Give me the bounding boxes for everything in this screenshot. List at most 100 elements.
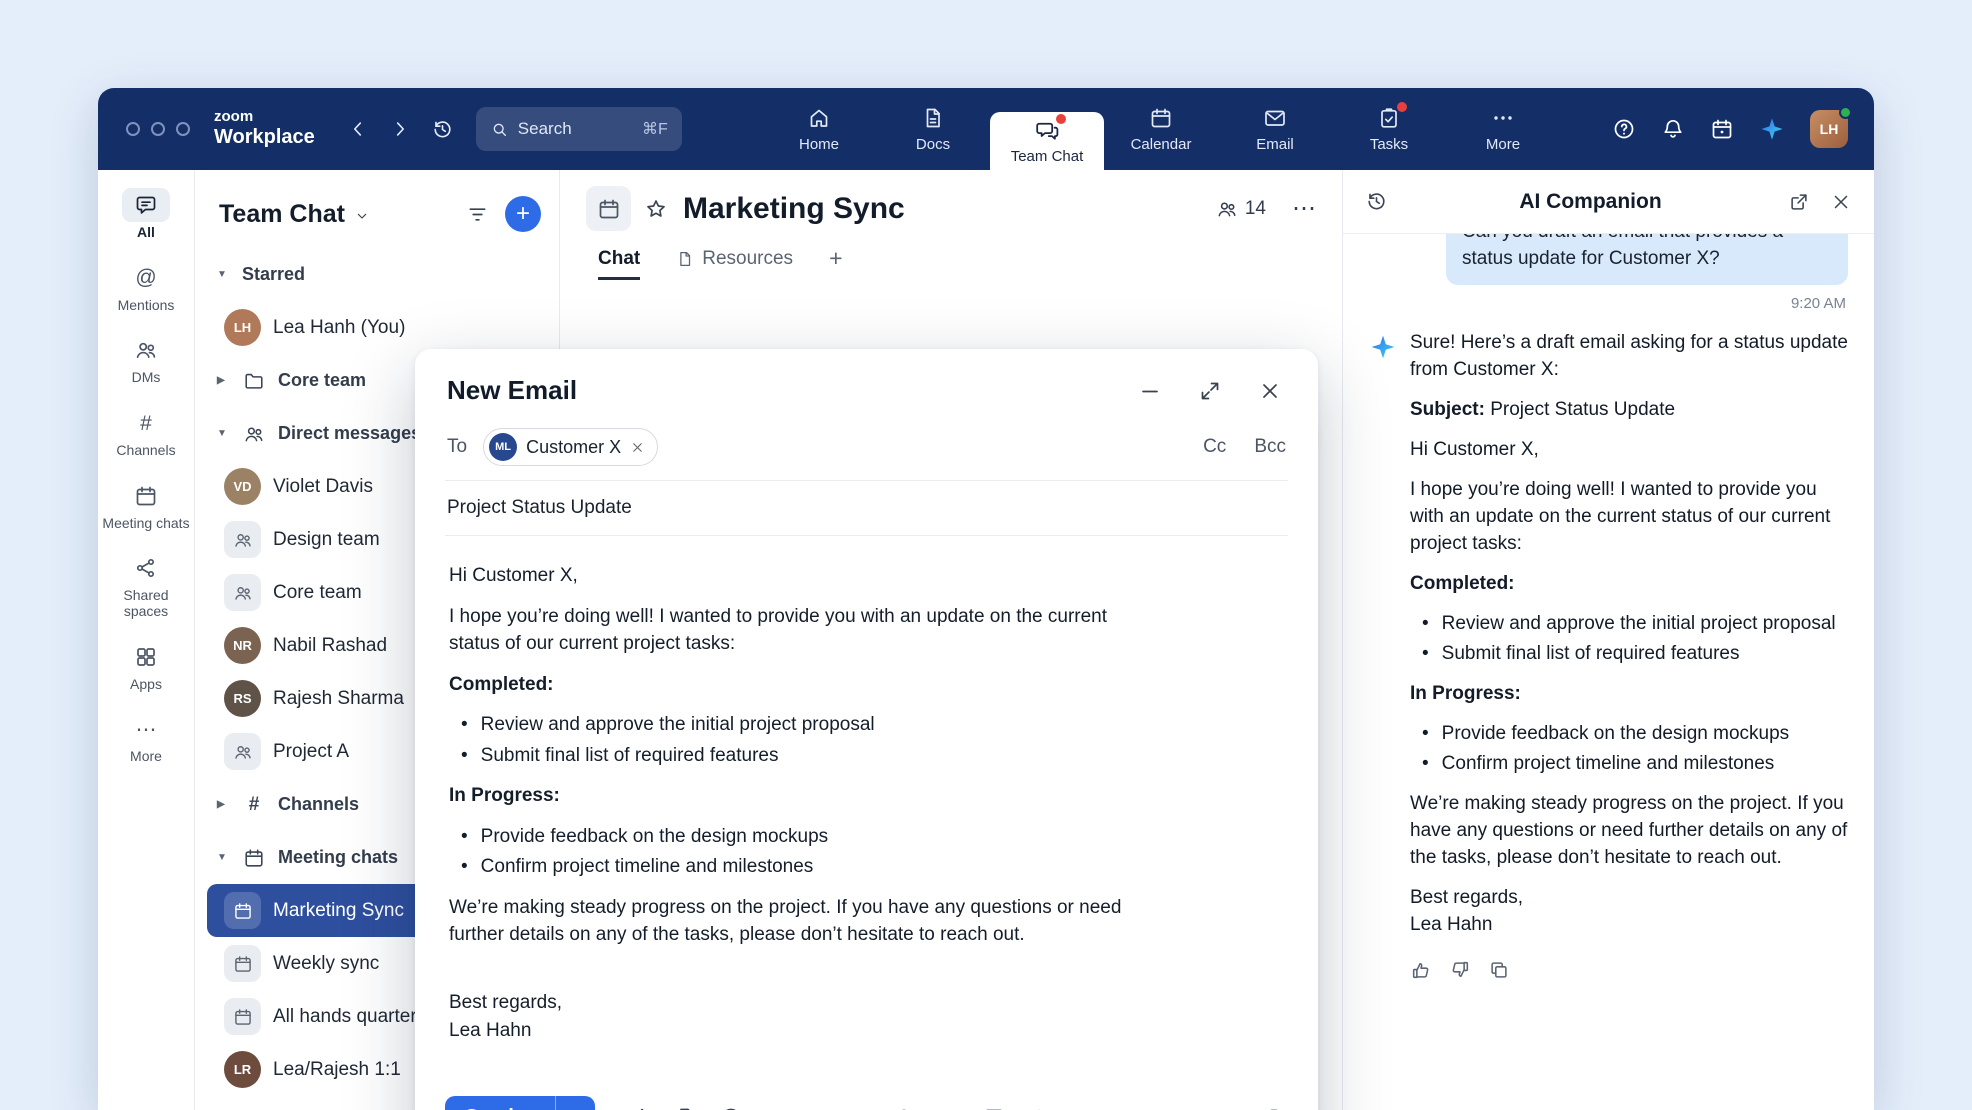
window-close-dot[interactable] — [126, 122, 140, 136]
help-icon[interactable] — [1612, 117, 1636, 141]
group-avatar-icon — [224, 733, 261, 770]
panel-title: Team Chat — [219, 200, 345, 229]
thumbs-up-icon[interactable] — [1410, 959, 1432, 981]
list-item: •Submit final list of required features — [449, 742, 1139, 770]
tab-add[interactable]: + — [829, 245, 842, 282]
emoji-icon[interactable] — [719, 1106, 743, 1110]
cc-button[interactable]: Cc — [1203, 436, 1226, 458]
to-label: To — [447, 436, 467, 458]
image-icon[interactable] — [764, 1106, 788, 1110]
rail-item-mentions[interactable]: @ Mentions — [100, 255, 192, 323]
favorite-star-icon[interactable] — [644, 197, 668, 221]
ai-response: Sure! Here’s a draft email asking for a … — [1369, 330, 1848, 980]
thumbs-down-icon[interactable] — [1449, 959, 1471, 981]
minimize-icon[interactable] — [1138, 379, 1162, 403]
search-input[interactable]: Search ⌘F — [476, 107, 682, 151]
email-icon — [1263, 105, 1287, 131]
encrypt-lock-icon[interactable] — [892, 1106, 916, 1110]
ai-greeting: Hi Customer X, — [1410, 437, 1848, 464]
ai-completed-heading: Completed: — [1410, 571, 1848, 598]
modal-header: New Email — [415, 349, 1318, 420]
history-icon[interactable] — [431, 118, 454, 141]
ai-history-icon[interactable] — [1365, 190, 1388, 213]
calendar-today-icon[interactable] — [1710, 117, 1734, 141]
send-split-button[interactable]: Send — [445, 1096, 595, 1110]
channel-title: Marketing Sync — [683, 192, 905, 226]
nav-home[interactable]: Home — [762, 88, 876, 170]
pop-out-icon[interactable] — [1788, 191, 1810, 213]
nav-calendar[interactable]: Calendar — [1104, 88, 1218, 170]
meeting-avatar-icon — [224, 892, 261, 929]
nav-tasks[interactable]: Tasks — [1332, 88, 1446, 170]
nav-email[interactable]: Email — [1218, 88, 1332, 170]
history-navigation — [347, 118, 454, 141]
attach-file-icon[interactable] — [674, 1106, 698, 1110]
send-options-caret[interactable] — [555, 1096, 595, 1110]
rail-item-apps[interactable]: Apps — [100, 634, 192, 702]
email-closing: We’re making steady progress on the proj… — [449, 894, 1139, 949]
tab-chat[interactable]: Chat — [598, 248, 640, 280]
logo-workplace-text: Workplace — [214, 126, 315, 148]
chat-row-lea-hanh[interactable]: LH Lea Hanh (You) — [207, 301, 547, 354]
rail-item-more[interactable]: ⋯ More — [100, 706, 192, 774]
nav-team-chat[interactable]: Team Chat — [990, 112, 1104, 170]
list-item: •Review and approve the initial project … — [1410, 611, 1848, 638]
discard-trash-icon[interactable] — [1262, 1106, 1286, 1110]
chevron-right-icon: ▶ — [217, 375, 230, 386]
notifications-bell-icon[interactable] — [1661, 117, 1685, 141]
to-field[interactable]: To ML Customer X Cc Bcc — [445, 420, 1288, 481]
window-minimize-dot[interactable] — [151, 122, 165, 136]
close-icon[interactable] — [1258, 379, 1282, 403]
ai-companion-icon[interactable] — [1759, 116, 1785, 142]
toolbar-more-icon[interactable]: ⋯ — [1116, 1105, 1138, 1110]
members-count[interactable]: 14 — [1216, 198, 1266, 220]
filter-icon[interactable] — [466, 203, 489, 226]
new-chat-button[interactable]: + — [505, 196, 541, 232]
window-controls[interactable] — [126, 122, 190, 136]
remove-recipient-icon[interactable] — [630, 440, 645, 455]
bcc-button[interactable]: Bcc — [1254, 436, 1286, 458]
recipient-chip[interactable]: ML Customer X — [483, 428, 658, 466]
ai-compose-sparkle-icon[interactable] — [1027, 1106, 1051, 1110]
copy-icon[interactable] — [1488, 959, 1510, 981]
tasks-unread-dot — [1397, 102, 1407, 112]
dms-people-icon — [122, 333, 170, 367]
rail-item-all[interactable]: All — [100, 182, 192, 250]
group-avatar-icon — [224, 574, 261, 611]
channel-more-icon[interactable]: ⋯ — [1292, 197, 1316, 221]
tasks-icon — [1377, 105, 1401, 131]
email-inprogress-list: •Provide feedback on the design mockups … — [449, 823, 1139, 881]
panel-title-chevron-icon[interactable] — [354, 208, 370, 224]
draw-pencil-icon[interactable] — [937, 1106, 961, 1110]
rail-item-meeting-chats[interactable]: Meeting chats — [100, 473, 192, 541]
nav-docs[interactable]: Docs — [876, 88, 990, 170]
forward-icon[interactable] — [389, 118, 411, 140]
rail-item-shared-spaces[interactable]: Shared spaces — [100, 545, 192, 628]
rail-item-dms[interactable]: DMs — [100, 327, 192, 395]
rail-item-channels[interactable]: # Channels — [100, 400, 192, 468]
channel-avatar-icon — [586, 186, 631, 231]
email-body-editor[interactable]: Hi Customer X, I hope you’re doing well!… — [415, 536, 1318, 1082]
team-chat-icon — [1035, 117, 1060, 143]
expand-icon[interactable] — [1198, 379, 1222, 403]
ai-completed-list: •Review and approve the initial project … — [1410, 611, 1848, 668]
search-icon — [490, 120, 509, 139]
nav-more[interactable]: More — [1446, 88, 1560, 170]
profile-avatar[interactable]: LH — [1810, 110, 1848, 148]
ai-conversation[interactable]: Can you draft an email that provides a s… — [1343, 234, 1874, 1110]
logo-zoom-text: zoom — [214, 109, 315, 126]
tab-resources[interactable]: Resources — [676, 248, 793, 280]
meeting-chats-icon — [122, 479, 170, 513]
back-icon[interactable] — [347, 118, 369, 140]
subject-field[interactable]: Project Status Update — [445, 481, 1288, 536]
template-icon[interactable] — [982, 1106, 1006, 1110]
content-area: All @ Mentions DMs # Channels Meeting — [98, 170, 1874, 1110]
window-zoom-dot[interactable] — [176, 122, 190, 136]
send-button[interactable]: Send — [445, 1096, 555, 1110]
ai-close-icon[interactable] — [1830, 191, 1852, 213]
list-item: •Submit final list of required features — [1410, 641, 1848, 668]
ai-sparkle-icon — [1369, 330, 1397, 980]
signature-icon[interactable] — [628, 1105, 653, 1110]
zoom-workplace-logo: zoom Workplace — [214, 109, 315, 148]
section-starred[interactable]: ▼ Starred — [207, 248, 547, 301]
